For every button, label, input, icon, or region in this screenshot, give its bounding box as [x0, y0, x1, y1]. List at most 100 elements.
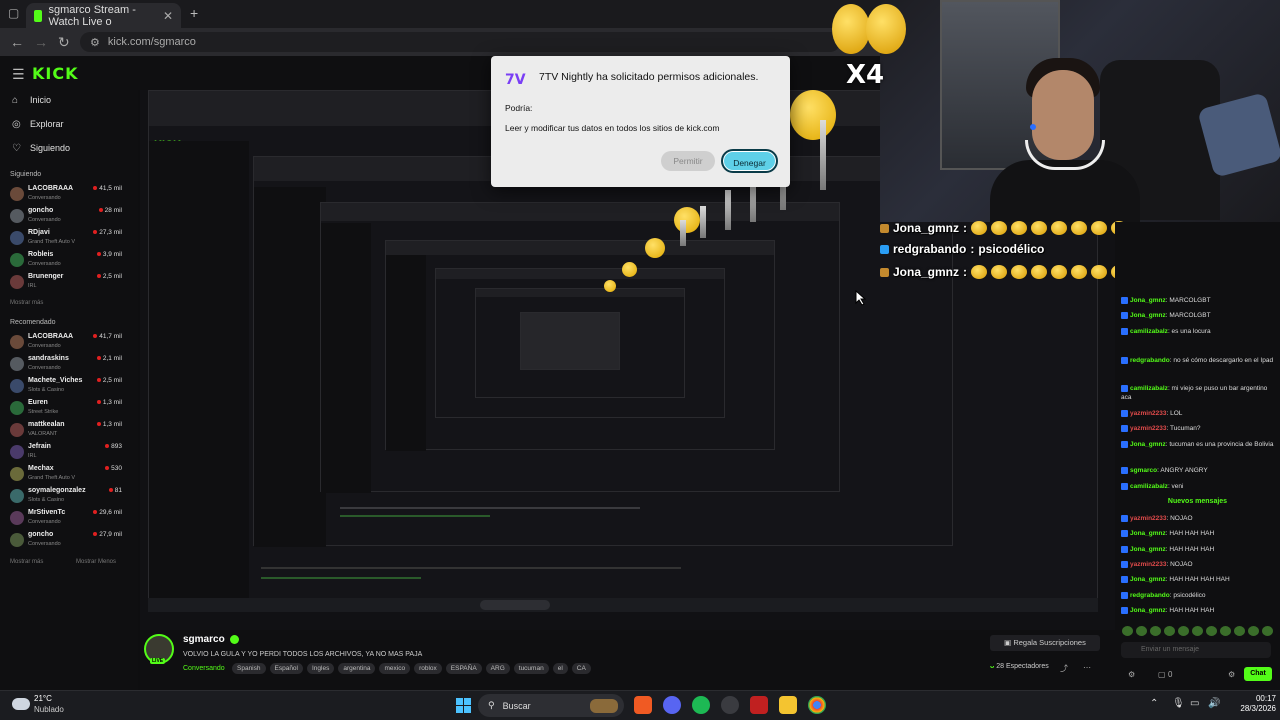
discord-icon[interactable]: [663, 696, 681, 714]
tag-pill[interactable]: ARG: [485, 663, 510, 674]
show-more-following[interactable]: Mostrar más: [10, 300, 43, 306]
kick-logo[interactable]: KICK: [32, 64, 79, 83]
chat-message[interactable]: camilizabalz: mi viejo se puso un bar ar…: [1121, 384, 1276, 402]
chat-message[interactable]: sgmarco: ANGRY ANGRY: [1121, 466, 1276, 475]
chrome-icon[interactable]: [808, 696, 826, 714]
tag-pill[interactable]: Ingles: [307, 663, 335, 674]
chat-message[interactable]: yazmin2233: LOL: [1121, 409, 1276, 418]
nav-explorar[interactable]: ◎ Explorar: [12, 119, 64, 130]
chat-input[interactable]: Enviar un mensaje: [1121, 642, 1271, 658]
tag-pill[interactable]: mexico: [379, 663, 411, 674]
steam-icon[interactable]: [721, 696, 739, 714]
chat-message[interactable]: Jona_gmnz: HAH HAH HAH HAH: [1121, 575, 1276, 584]
tag-pill[interactable]: Español: [269, 663, 303, 674]
cloud-icon[interactable]: [12, 698, 30, 710]
chat-username[interactable]: camilizabalz: [1130, 385, 1168, 392]
tab-menu-icon[interactable]: ▢: [8, 6, 19, 20]
chat-username[interactable]: camilizabalz: [1130, 328, 1168, 335]
chat-username[interactable]: yazmin2233: [1130, 425, 1167, 432]
taskbar-clock[interactable]: 00:17 28/3/2026: [1232, 694, 1276, 714]
chat-message[interactable]: yazmin2233: Tucuman?: [1121, 424, 1276, 433]
channel-row[interactable]: mattkealan VALORANT 1,3 mil: [10, 420, 122, 442]
microphone-icon[interactable]: 🎙: [1172, 698, 1185, 709]
show-more-recommended[interactable]: Mostrar más: [10, 559, 43, 565]
chat-message[interactable]: Jona_gmnz: HAH HAH HAH: [1121, 545, 1276, 554]
chat-username[interactable]: yazmin2233: [1130, 515, 1167, 522]
channel-row[interactable]: Euren Street Strike 1,3 mil: [10, 398, 122, 420]
channel-row[interactable]: RDjavi Grand Theft Auto V 27,3 mil: [10, 228, 122, 250]
chat-username[interactable]: Jona_gmnz: [1130, 530, 1166, 537]
chat-username[interactable]: yazmin2233: [1130, 410, 1167, 417]
volume-icon[interactable]: 🔊: [1208, 698, 1220, 709]
stream-category[interactable]: Conversando: [183, 665, 225, 672]
nav-siguiendo[interactable]: ♡ Siguiendo: [12, 143, 70, 154]
send-chat-button[interactable]: Chat: [1244, 667, 1272, 681]
chat-settings-icon[interactable]: ⚙: [1128, 670, 1135, 679]
new-messages-divider[interactable]: Nuevos mensajes: [1115, 498, 1280, 505]
tag-pill[interactable]: Spanish: [232, 663, 266, 674]
tag-pill[interactable]: el: [552, 663, 568, 674]
chat-message[interactable]: redgrabando: no sé cómo descargarlo en e…: [1121, 356, 1276, 365]
address-bar[interactable]: ⚙ kick.com/sgmarco: [80, 32, 840, 52]
spotify-icon[interactable]: [692, 696, 710, 714]
nav-inicio[interactable]: ⌂ Inicio: [12, 95, 51, 106]
allow-button[interactable]: Permitir: [661, 151, 715, 171]
windows-start-icon[interactable]: [456, 698, 471, 713]
show-less-recommended[interactable]: Mostrar Menos: [76, 559, 116, 565]
chat-username[interactable]: Jona_gmnz: [1130, 312, 1166, 319]
weather-temp[interactable]: 21°C: [34, 694, 52, 703]
chat-username[interactable]: Jona_gmnz: [1130, 546, 1166, 553]
weather-desc[interactable]: Nublado: [34, 705, 64, 714]
channel-row[interactable]: soymalegonzalez Slots & Casino 81: [10, 486, 122, 508]
chat-message[interactable]: yazmin2233: NOJAO: [1121, 560, 1276, 569]
chat-message[interactable]: Jona_gmnz: MARCOLGBT: [1121, 311, 1276, 320]
chat-message[interactable]: redgrabando: psicodélico: [1121, 591, 1276, 600]
tag-pill[interactable]: argentina: [338, 663, 376, 674]
channel-row[interactable]: Machete_Viches Slots & Casino 2,5 mil: [10, 376, 122, 398]
chat-username[interactable]: redgrabando: [1130, 592, 1170, 599]
forward-icon[interactable]: →: [34, 34, 48, 50]
channel-row[interactable]: sandraskins Conversando 2,1 mil: [10, 354, 122, 376]
chat-message[interactable]: Jona_gmnz: HAH HAH HAH: [1121, 529, 1276, 538]
gift-subs-button[interactable]: ▣ Regala Suscripciones: [990, 635, 1100, 651]
chat-username[interactable]: Jona_gmnz: [1130, 441, 1166, 448]
back-icon[interactable]: ←: [10, 34, 24, 50]
chat-message[interactable]: camilizabalz: es una locura: [1121, 327, 1276, 336]
channel-row[interactable]: Mechax Grand Theft Auto V 530: [10, 464, 122, 486]
tag-pill[interactable]: roblox: [414, 663, 442, 674]
tag-pill[interactable]: tucuman: [513, 663, 549, 674]
channel-row[interactable]: Robleis Conversando 3,9 mil: [10, 250, 122, 272]
chat-username[interactable]: sgmarco: [1130, 467, 1157, 474]
taskbar-search[interactable]: ⚲ Buscar: [478, 694, 624, 717]
chat-message[interactable]: yazmin2233: NOJAO: [1121, 514, 1276, 523]
chat-username[interactable]: Jona_gmnz: [1130, 576, 1166, 583]
more-options-icon[interactable]: ⋯: [1083, 663, 1091, 672]
tag-pill[interactable]: ESPAÑA: [445, 663, 482, 674]
channel-row[interactable]: Jefrain IRL 893: [10, 442, 122, 464]
reload-icon[interactable]: ↻: [58, 34, 70, 51]
chat-username[interactable]: Jona_gmnz: [1130, 607, 1166, 614]
browser-tab[interactable]: sgmarco Stream - Watch Live o ✕: [26, 3, 181, 28]
chat-message[interactable]: Jona_gmnz: MARCOLGBT: [1121, 296, 1276, 305]
site-info-icon[interactable]: ⚙: [90, 36, 100, 49]
emote-quick-bar[interactable]: [1122, 626, 1273, 636]
channel-row[interactable]: LACOBRAAA Conversando 41,7 mil: [10, 332, 122, 354]
chat-username[interactable]: camilizabalz: [1130, 483, 1168, 490]
channel-row[interactable]: Brunenger IRL 2,5 mil: [10, 272, 122, 294]
hamburger-menu-icon[interactable]: ☰: [12, 66, 25, 83]
channel-row[interactable]: goncho Conversando 28 mil: [10, 206, 122, 228]
channel-row[interactable]: goncho Conversando 27,9 mil: [10, 530, 122, 552]
chat-message[interactable]: Jona_gmnz: tucuman es una provincia de B…: [1121, 440, 1276, 449]
deny-button[interactable]: Denegar: [721, 149, 778, 173]
streamer-name[interactable]: sgmarco: [183, 634, 225, 645]
file-explorer-icon[interactable]: [779, 696, 797, 714]
network-icon[interactable]: ▭: [1190, 698, 1199, 709]
chat-username[interactable]: yazmin2233: [1130, 561, 1167, 568]
new-tab-icon[interactable]: +: [190, 5, 198, 21]
close-tab-icon[interactable]: ✕: [163, 9, 173, 23]
share-icon[interactable]: ⤴: [1060, 663, 1068, 674]
chat-username[interactable]: redgrabando: [1130, 357, 1170, 364]
chat-message[interactable]: camilizabalz: veni: [1121, 482, 1276, 491]
channel-row[interactable]: LACOBRAAA Conversando 41,5 mil: [10, 184, 122, 206]
chat-message[interactable]: Jona_gmnz: HAH HAH HAH: [1121, 606, 1276, 615]
